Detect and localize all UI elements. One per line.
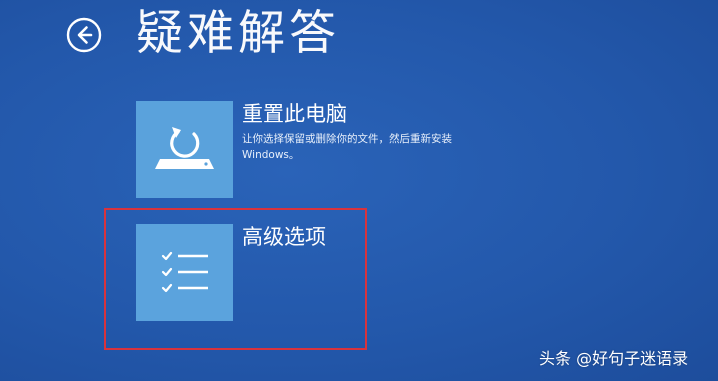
advanced-options-option[interactable]: 高级选项	[136, 224, 466, 324]
reset-pc-icon	[155, 127, 214, 169]
page-title: 疑难解答	[136, 6, 340, 61]
advanced-options-tile[interactable]	[136, 224, 233, 321]
reset-this-pc-title: 重置此电脑	[242, 102, 347, 126]
reset-this-pc-description: 让你选择保留或删除你的文件，然后重新安装 Windows。	[242, 133, 452, 161]
back-arrow-icon[interactable]	[66, 17, 102, 53]
reset-this-pc-option[interactable]: 重置此电脑 让你选择保留或删除你的文件，然后重新安装 Windows。	[136, 101, 466, 201]
checklist-icon	[161, 251, 208, 293]
reset-pc-tile[interactable]	[136, 101, 233, 198]
watermark: 头条 @好句子迷语录	[539, 349, 689, 368]
advanced-options-title: 高级选项	[242, 225, 326, 249]
